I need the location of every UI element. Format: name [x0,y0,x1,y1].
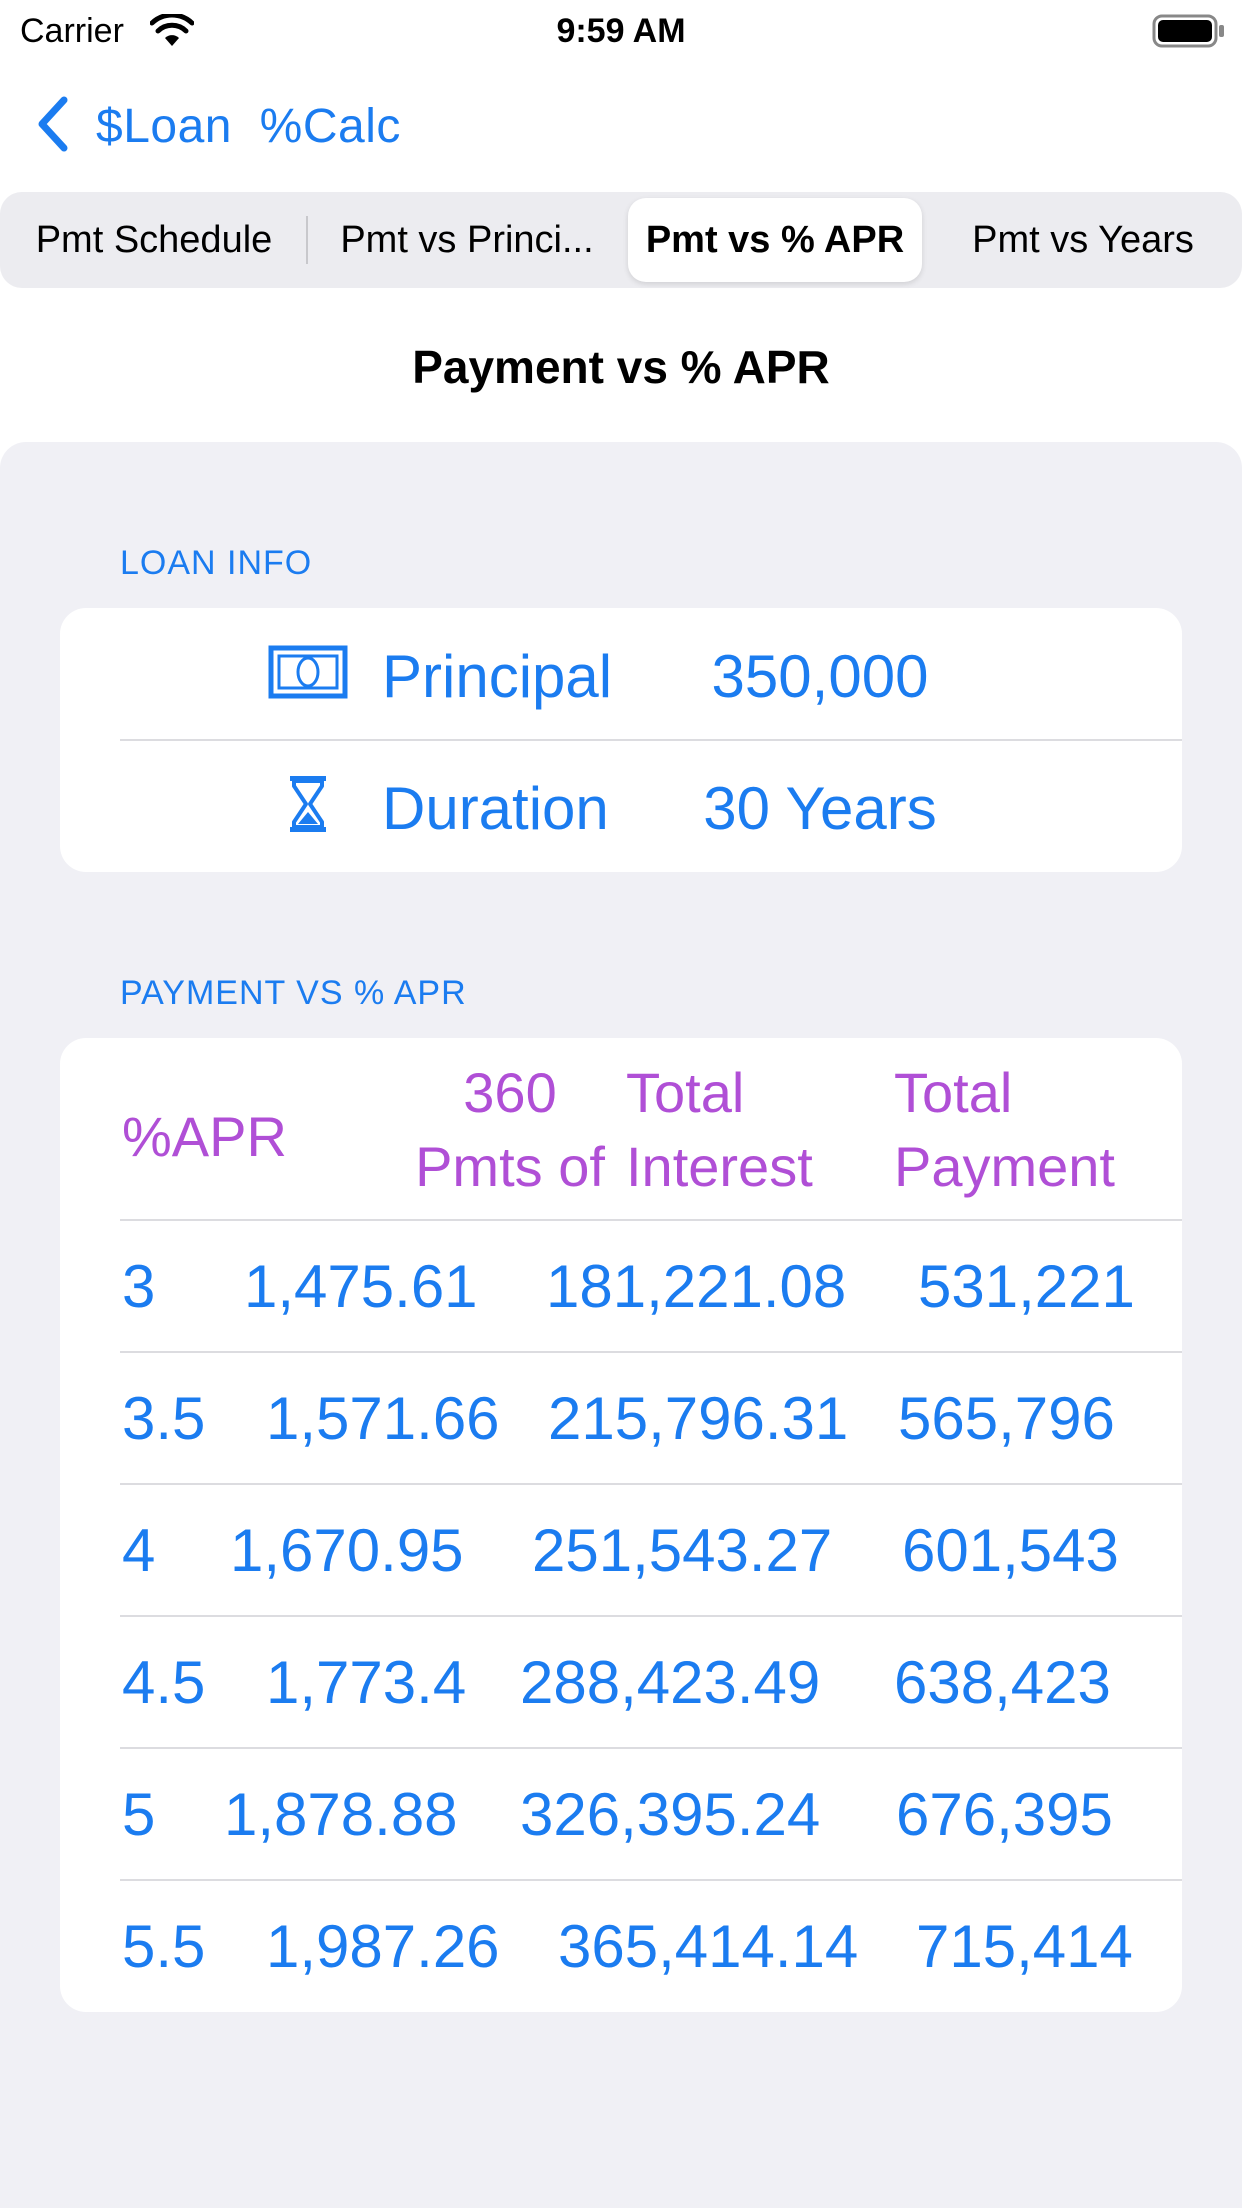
payment-cell: 1,878.88 [224,1781,458,1848]
column-header-interest-line2: Interest [626,1135,813,1198]
column-header-total-interest: Total Interest [626,1056,813,1204]
apr-cell: 4.5 [122,1649,206,1716]
navigation-bar: $Loan %Calc [0,88,1242,164]
total-payment-cell: 531,221 [918,1253,1135,1320]
total-payment-cell: 601,543 [902,1517,1119,1584]
status-bar: Carrier 9:59 AM [0,0,1242,60]
total-interest-cell: 365,414.14 [558,1913,859,1980]
tab-pmt-schedule[interactable]: Pmt Schedule [6,198,302,282]
apr-cell: 3 [122,1253,156,1320]
table-row[interactable]: 5.5 1,987.26 365,414.14 715,414 [60,1880,1182,2012]
segment-divider [306,216,308,264]
total-interest-cell: 215,796.31 [548,1385,849,1452]
apr-cell: 5.5 [122,1913,206,1980]
tab-segmented-control: Pmt Schedule Pmt vs Princi... Pmt vs % A… [0,192,1242,288]
table-row[interactable]: 5 1,878.88 326,395.24 676,395 [60,1748,1182,1880]
chevron-left-icon [34,94,70,159]
total-interest-cell: 251,543.27 [532,1517,833,1584]
status-time: 9:59 AM [556,12,686,50]
column-header-payment-line2: Payment [894,1135,1115,1198]
loan-info-card: Principal 350,000 Duration 30 Years [60,608,1182,872]
principal-row[interactable]: Principal 350,000 [60,608,1182,740]
principal-value: 350,000 [711,643,929,710]
apr-cell: 5 [122,1781,156,1848]
table-row[interactable]: 3.5 1,571.66 215,796.31 565,796 [60,1352,1182,1484]
total-interest-cell: 288,423.49 [520,1649,821,1716]
duration-row[interactable]: Duration 30 Years [60,740,1182,872]
total-payment-cell: 715,414 [916,1913,1133,1980]
column-header-total-payment: Total Payment [894,1056,1115,1204]
column-header-interest-line1: Total [626,1061,745,1124]
loan-info-section-header: LOAN INFO [120,544,313,582]
back-button[interactable]: $Loan %Calc [34,96,401,156]
total-interest-cell: 181,221.08 [546,1253,847,1320]
tab-pmt-vs-principal[interactable]: Pmt vs Princi... [312,198,622,282]
total-payment-cell: 638,423 [894,1649,1111,1716]
column-header-payments-line1: 360 [463,1061,557,1124]
table-row[interactable]: 3 1,475.61 181,221.08 531,221 [60,1220,1182,1352]
apr-cell: 3.5 [122,1385,206,1452]
payment-cell: 1,987.26 [266,1913,500,1980]
table-row[interactable]: 4.5 1,773.4 288,423.49 638,423 [60,1616,1182,1748]
hourglass-icon [288,770,328,845]
battery-icon [1152,14,1226,53]
duration-value: 30 Years [703,775,937,842]
column-header-payments: 360 Pmts of [350,1056,670,1204]
payment-table-card: %APR 360 Pmts of Total Interest Total Pa… [60,1038,1182,2012]
back-button-label: $Loan %Calc [96,99,401,153]
column-header-payments-line2: Pmts of [415,1135,605,1198]
column-header-apr: %APR [122,1105,287,1168]
total-payment-cell: 676,395 [896,1781,1113,1848]
banknote-icon [268,638,348,713]
payment-cell: 1,571.66 [266,1385,500,1452]
tab-pmt-vs-years[interactable]: Pmt vs Years [928,198,1238,282]
payment-cell: 1,773.4 [266,1649,467,1716]
payment-cell: 1,475.61 [244,1253,478,1320]
payment-table-section-header: PAYMENT VS % APR [120,974,467,1012]
table-row[interactable]: 4 1,670.95 251,543.27 601,543 [60,1484,1182,1616]
tab-pmt-vs-apr[interactable]: Pmt vs % APR [628,198,922,282]
apr-cell: 4 [122,1517,156,1584]
payment-cell: 1,670.95 [230,1517,464,1584]
total-interest-cell: 326,395.24 [520,1781,821,1848]
column-header-payment-line1: Total [894,1061,1013,1124]
total-payment-cell: 565,796 [898,1385,1115,1452]
page-title: Payment vs % APR [412,341,830,393]
